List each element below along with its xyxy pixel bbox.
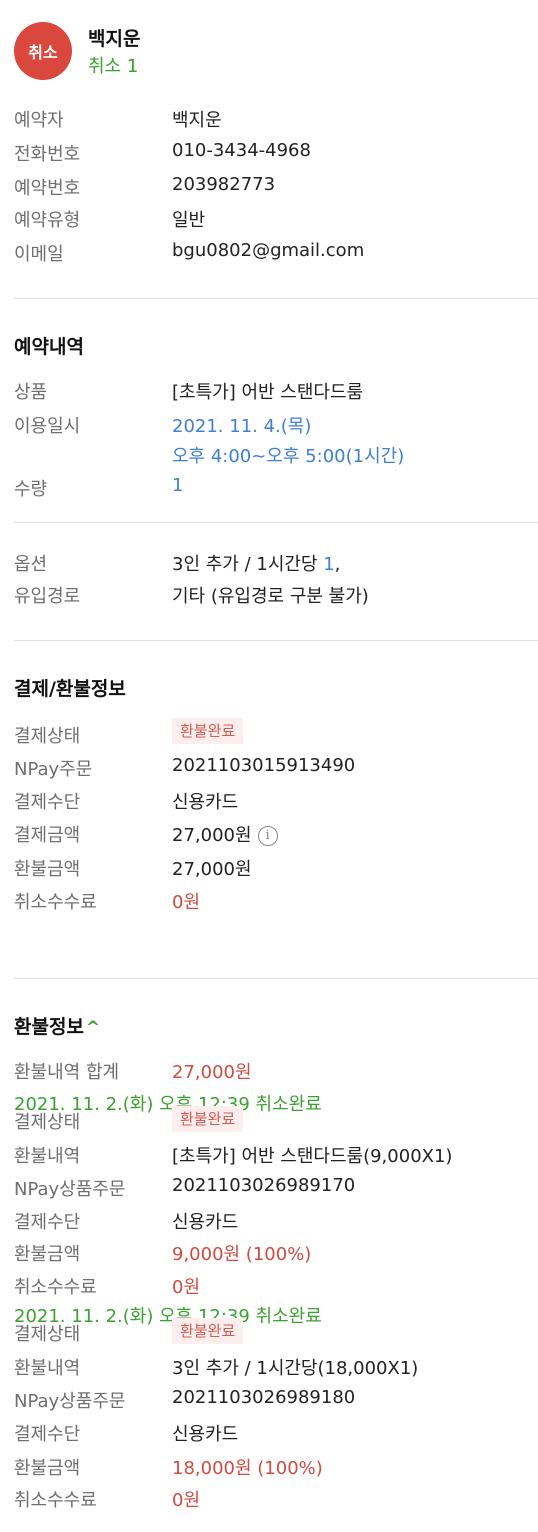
- refund-entry-amount-value: 9,000원 (100%): [172, 1244, 312, 1265]
- cancel-fee-value: 0원: [172, 892, 201, 913]
- divider: [14, 978, 538, 979]
- refund-entry-detail-label: 환불내역: [14, 1146, 81, 1167]
- divider: [14, 640, 538, 641]
- phone-value[interactable]: 010-3434-4968: [172, 140, 311, 161]
- refund-entry-order-label: NPay상품주문: [14, 1179, 126, 1200]
- payment-amount-text: 27,000원: [172, 825, 252, 846]
- booking-type-value: 일반: [172, 210, 206, 231]
- reservation-section-title: 예약내역: [14, 336, 84, 358]
- refund-entry-amount-label: 환불금액: [14, 1458, 81, 1479]
- quantity-label: 수량: [14, 479, 48, 500]
- email-value[interactable]: bgu0802@gmail.com: [172, 240, 364, 261]
- option-value-text: 3인 추가 / 1시간당: [172, 554, 324, 575]
- option-quantity: 1: [323, 554, 335, 575]
- booking-number-label: 예약번호: [14, 178, 81, 199]
- cancel-fee-label: 취소수수료: [14, 892, 97, 913]
- refund-amount-label: 환불금액: [14, 859, 81, 880]
- booking-type-label: 예약유형: [14, 210, 81, 231]
- channel-value: 기타 (유입경로 구분 불가): [172, 586, 369, 607]
- refund-entry-method-value: 신용카드: [172, 1424, 239, 1445]
- option-value-suffix: ,: [334, 554, 341, 575]
- refund-entry-fee-value: 0원: [172, 1277, 201, 1298]
- refund-section-title-text: 환불정보: [14, 1016, 84, 1038]
- booking-number-value: 203982773: [172, 174, 276, 195]
- quantity-value: 1: [172, 475, 184, 496]
- channel-label: 유입경로: [14, 586, 81, 607]
- refund-entry-status-label: 결제상태: [14, 1112, 81, 1133]
- email-label: 이메일: [14, 244, 64, 265]
- refund-entry-amount-value: 18,000원 (100%): [172, 1458, 323, 1479]
- payment-method-label: 결제수단: [14, 792, 81, 813]
- refund-entry-order-label: NPay상품주문: [14, 1391, 126, 1412]
- refund-entry-fee-label: 취소수수료: [14, 1277, 97, 1298]
- avatar-text: 취소: [28, 43, 58, 62]
- refund-entry-order-value: 2021103026989180: [172, 1387, 356, 1408]
- customer-name: 백지운: [88, 28, 141, 50]
- status-badge: 환불완료: [172, 1106, 244, 1132]
- use-date-label: 이용일시: [14, 416, 81, 437]
- refund-entry-amount-label: 환불금액: [14, 1244, 81, 1265]
- booker-label: 예약자: [14, 110, 64, 131]
- option-label: 옵션: [14, 554, 48, 575]
- refund-entry-method-label: 결제수단: [14, 1424, 81, 1445]
- refund-total-value: 27,000원: [172, 1062, 252, 1083]
- payment-amount-value: 27,000원 i: [172, 821, 278, 847]
- status-badge: 환불완료: [172, 1318, 244, 1344]
- chevron-up-icon[interactable]: ^: [86, 1018, 100, 1038]
- npay-order-value: 2021103015913490: [172, 755, 356, 776]
- phone-label: 전화번호: [14, 144, 81, 165]
- refund-entry-order-value: 2021103026989170: [172, 1175, 356, 1196]
- divider: [14, 522, 538, 523]
- refund-section-title[interactable]: 환불정보 ^: [14, 1012, 100, 1039]
- refund-total-label: 환불내역 합계: [14, 1062, 120, 1083]
- divider: [14, 298, 538, 299]
- payment-section-title: 결제/환불정보: [14, 678, 126, 700]
- refund-entry-detail-label: 환불내역: [14, 1358, 81, 1379]
- refund-entry-method-value: 신용카드: [172, 1212, 239, 1233]
- payment-status-label: 결제상태: [14, 726, 81, 747]
- refund-amount-value: 27,000원: [172, 859, 252, 880]
- refund-entry-status-label: 결제상태: [14, 1324, 81, 1345]
- info-icon[interactable]: i: [257, 826, 278, 846]
- booker-value: 백지운: [172, 110, 222, 131]
- cancel-status: 취소 1: [88, 56, 139, 77]
- refund-entry-method-label: 결제수단: [14, 1212, 81, 1233]
- cancel-avatar: 취소: [14, 22, 72, 80]
- refund-entry-fee-label: 취소수수료: [14, 1490, 97, 1511]
- reservation-detail: 취소 백지운 취소 1 예약자 백지운 전화번호 010-3434-4968 예…: [0, 0, 538, 1532]
- use-date-value: 2021. 11. 4.(목): [172, 416, 312, 437]
- product-label: 상품: [14, 382, 48, 403]
- product-value: [초특가] 어반 스탠다드룸: [172, 382, 364, 403]
- status-badge: 환불완료: [172, 718, 244, 744]
- use-time-value: 오후 4:00~오후 5:00(1시간): [172, 446, 405, 467]
- payment-amount-label: 결제금액: [14, 825, 81, 846]
- refund-entry-fee-value: 0원: [172, 1490, 201, 1511]
- payment-method-value: 신용카드: [172, 792, 239, 813]
- refund-entry-detail-value: 3인 추가 / 1시간당(18,000X1): [172, 1358, 419, 1379]
- option-value: 3인 추가 / 1시간당 1,: [172, 550, 340, 576]
- npay-order-label: NPay주문: [14, 759, 93, 780]
- refund-entry-detail-value: [초특가] 어반 스탠다드룸(9,000X1): [172, 1146, 453, 1167]
